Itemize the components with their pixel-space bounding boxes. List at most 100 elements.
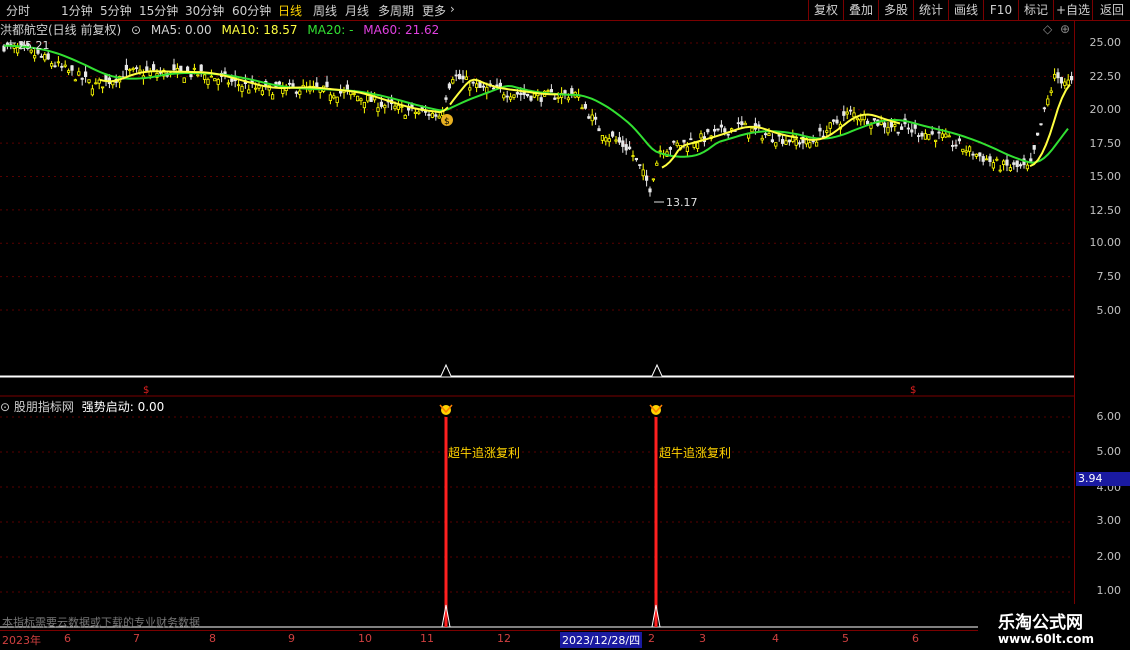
candle-body <box>491 87 496 90</box>
tab-1min[interactable]: 1分钟 <box>61 2 93 19</box>
tab-multi-period[interactable]: 多周期 <box>378 2 414 19</box>
restore-rights-button[interactable]: 复权 <box>808 0 843 20</box>
signal-line <box>0 363 1074 377</box>
tab-fenshi[interactable]: 分时 <box>6 2 30 19</box>
candle-body <box>53 65 57 68</box>
tab-weekly[interactable]: 周线 <box>313 2 337 19</box>
tab-monthly[interactable]: 月线 <box>345 2 369 19</box>
candle-body <box>1063 81 1067 86</box>
candle-body <box>900 126 904 130</box>
candle-body <box>852 112 856 118</box>
candle-body <box>971 153 975 156</box>
candle-body <box>451 79 455 84</box>
overlay-button[interactable]: 叠加 <box>843 0 878 20</box>
candle-body <box>774 142 778 147</box>
back-button[interactable]: 返回 <box>1092 0 1130 20</box>
price-tick: 15.00 <box>1089 170 1122 183</box>
candle-body <box>376 107 380 113</box>
candle-body <box>1008 167 1013 171</box>
statistics-button[interactable]: 统计 <box>913 0 948 20</box>
candle-body <box>689 138 693 141</box>
candle-body <box>957 138 962 142</box>
indicator-title[interactable]: 股朋指标网 <box>14 400 74 414</box>
candle-body <box>910 129 914 133</box>
candle-body <box>270 94 275 100</box>
candle-body <box>182 77 186 83</box>
candle-body <box>835 119 839 124</box>
kline-chart[interactable]: 25.21 13.17 $ $ $ <box>0 20 1074 630</box>
candle-body <box>63 64 67 67</box>
candle-body <box>298 90 302 95</box>
tab-15min[interactable]: 15分钟 <box>139 2 178 19</box>
candle-body <box>43 54 47 61</box>
candle-body <box>134 67 139 70</box>
candle-body <box>213 78 217 82</box>
candle-body <box>920 132 924 137</box>
date-tick: 7 <box>133 632 140 645</box>
draw-line-button[interactable]: 画线 <box>948 0 983 20</box>
ma20-line <box>4 44 1069 164</box>
candle-body <box>101 86 105 89</box>
candle-body <box>696 142 700 149</box>
candle-body <box>1039 123 1043 126</box>
price-axis: 25.00 22.50 20.00 17.50 15.00 12.50 10.0… <box>1074 20 1130 630</box>
watermark-url: www.60lt.com <box>998 632 1095 646</box>
candle-body <box>77 71 81 76</box>
indicator-tick: 2.00 <box>1096 550 1122 563</box>
indicator-collapse-icon[interactable]: ⊙ <box>0 400 10 414</box>
tab-60min[interactable]: 60分钟 <box>232 2 271 19</box>
candle-body <box>46 53 50 60</box>
candle-body <box>859 118 863 122</box>
candle-body <box>202 74 207 80</box>
candle-body <box>896 131 900 134</box>
candle-body <box>944 133 948 138</box>
candle-body <box>240 86 244 92</box>
candle-body <box>961 148 965 152</box>
watermark-title: 乐淘公式网 <box>998 613 1083 633</box>
tab-more[interactable]: 更多 <box>422 2 446 19</box>
candle-body <box>845 111 849 115</box>
candle-body <box>726 133 730 136</box>
candle-body <box>886 126 890 134</box>
candle-body <box>80 77 84 80</box>
candle-body <box>964 150 968 153</box>
add-watchlist-button[interactable]: +自选 <box>1053 0 1092 20</box>
candle-body <box>719 124 724 128</box>
candle-body <box>209 75 213 78</box>
tab-daily[interactable]: 日线 <box>278 2 302 19</box>
candle-body <box>930 131 934 135</box>
indicator-header: ⊙ 股朋指标网 强势启动: 0.00 <box>0 398 164 415</box>
candle-body <box>651 178 656 181</box>
dividend-marker: $ <box>910 385 916 396</box>
candle-body <box>454 74 458 77</box>
candle-body <box>828 122 832 129</box>
candle-body <box>628 146 632 150</box>
candle-body <box>770 139 775 143</box>
tab-30min[interactable]: 30分钟 <box>185 2 224 19</box>
candle-body <box>447 83 452 89</box>
candle-body <box>658 150 662 153</box>
tab-5min[interactable]: 5分钟 <box>100 2 132 19</box>
candle-body <box>199 64 203 72</box>
date-tick: 8 <box>209 632 216 645</box>
candle-body <box>39 55 44 58</box>
candle-body <box>325 81 329 87</box>
mark-button[interactable]: 标记 <box>1018 0 1053 20</box>
f10-button[interactable]: F10 <box>983 0 1018 20</box>
date-tick: 4 <box>772 632 779 645</box>
period-toolbar: 分时 1分钟 5分钟 15分钟 30分钟 60分钟 日线 周线 月线 多周期 更… <box>0 0 1130 21</box>
candle-body <box>526 93 530 97</box>
candle-body <box>566 97 571 101</box>
candle-body <box>553 97 557 100</box>
candle-body <box>713 129 717 132</box>
candle-body <box>471 81 475 84</box>
candle-body <box>767 133 771 136</box>
candle-body <box>781 139 785 144</box>
candle-body <box>508 96 513 100</box>
multi-stock-button[interactable]: 多股 <box>878 0 913 20</box>
candle-body <box>403 114 407 119</box>
candle-body <box>889 121 894 128</box>
candle-body <box>1059 77 1063 84</box>
chevron-right-icon[interactable]: › <box>450 2 455 16</box>
price-tick: 20.00 <box>1089 103 1122 116</box>
